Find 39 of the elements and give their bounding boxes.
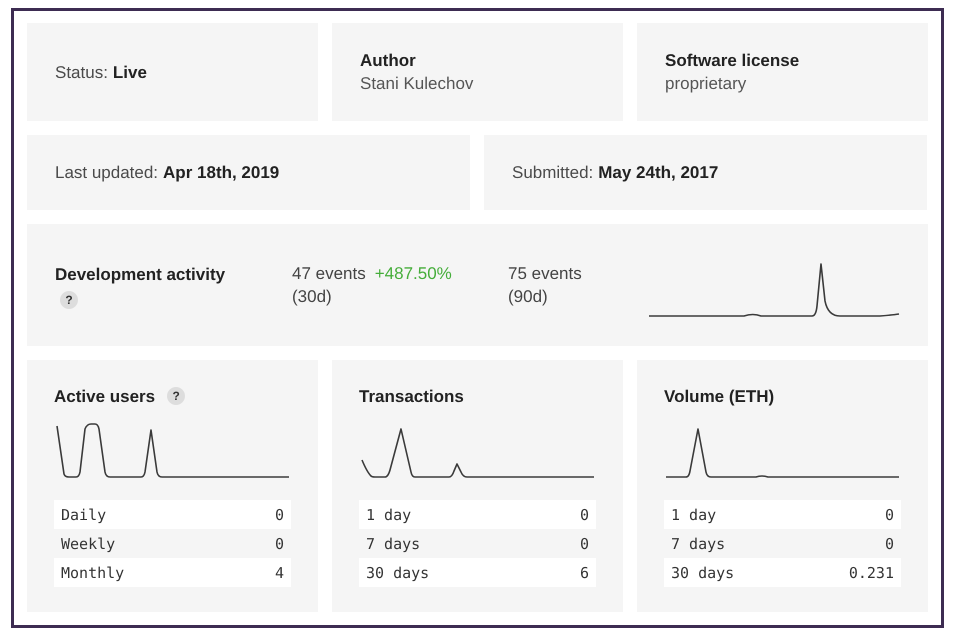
field-label: Author (360, 50, 416, 72)
field-label: Submitted: (512, 162, 594, 184)
row-label: Monthly (61, 564, 124, 582)
row-label: 7 days (366, 534, 420, 552)
section-title: Volume (ETH) (664, 386, 774, 408)
row-value: 0 (884, 506, 894, 524)
help-icon[interactable]: ? (60, 291, 78, 309)
event-count: 75 events (508, 263, 582, 285)
row-label: Daily (61, 506, 106, 524)
field-label: Software license (665, 50, 800, 72)
field-label: Last updated: (55, 162, 158, 184)
row-label: 1 day (671, 506, 716, 524)
row-label: 7 days (671, 534, 726, 552)
row-value: 0.231 (848, 564, 894, 582)
row-value: 0 (274, 506, 284, 524)
section-title: Transactions (359, 386, 464, 408)
row-value: 6 (580, 564, 589, 582)
field-value: Stani Kulechov (360, 73, 474, 95)
row-value: 0 (580, 534, 589, 552)
field-value: Live (112, 62, 147, 84)
row-value: 0 (274, 534, 284, 552)
help-icon[interactable]: ? (167, 387, 186, 405)
row-label: 30 days (671, 564, 734, 582)
field-value: May 24th, 2017 (598, 162, 718, 184)
row-label: 1 day (366, 506, 412, 524)
section-title: Development activity (55, 264, 226, 286)
row-value: 0 (884, 534, 894, 552)
row-value: 0 (580, 506, 589, 524)
row-label: 30 days (366, 564, 430, 582)
field-value: proprietary (665, 73, 746, 95)
row-label: Weekly (61, 534, 116, 552)
event-count: 47 events (292, 263, 366, 285)
row-value: 4 (274, 564, 284, 582)
period-label: (90d) (508, 286, 549, 308)
change-percent: +487.50% (374, 263, 452, 285)
section-title: Active users (54, 386, 156, 408)
field-label: Status: (55, 62, 108, 84)
field-value: Apr 18th, 2019 (163, 162, 280, 184)
period-label: (30d) (292, 286, 333, 308)
